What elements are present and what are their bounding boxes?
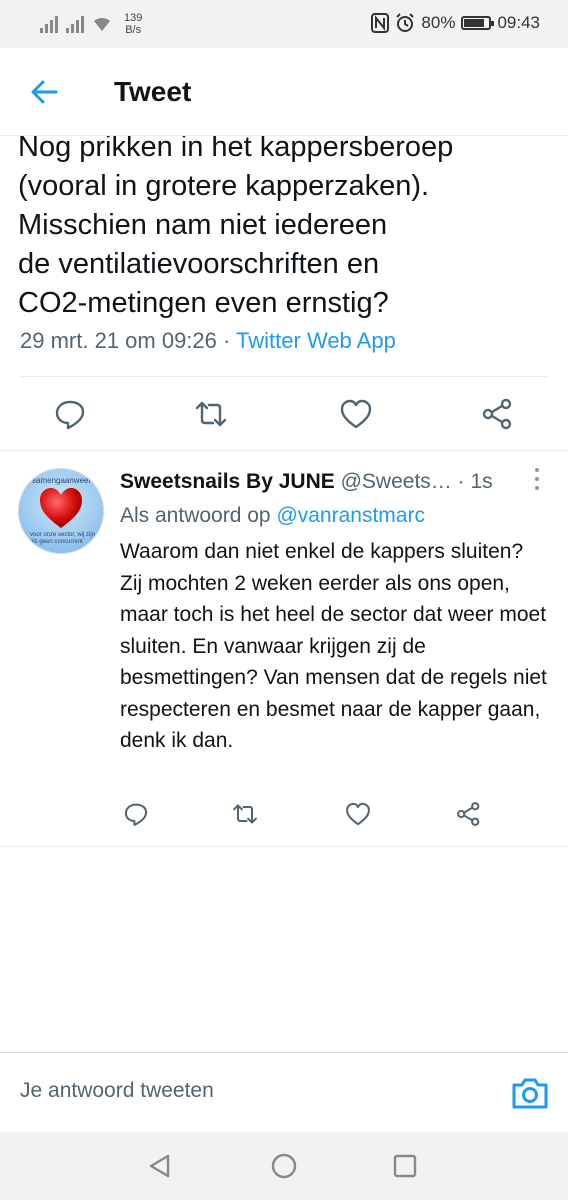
reply-icon[interactable] [52,396,88,432]
tweet-line: Misschien nam niet iedereen [18,209,388,241]
user-handle: @Sweets… [340,470,452,493]
tweet-text: Nog prikken in het kappersberoep (vooral… [18,136,558,323]
nfc-icon [371,13,390,33]
reply-text: Waarom dan niet enkel de kappers sluiten… [120,540,547,752]
battery-icon [461,16,495,30]
like-icon[interactable] [338,396,374,432]
tweet-line: CO2-metingen even ernstig? [18,287,389,319]
reply-actions [0,796,568,836]
system-nav-bar [0,1132,568,1200]
status-right: 80% 09:43 [371,13,540,33]
network-speed: 139 B/s [124,12,142,36]
share-icon[interactable] [455,800,483,828]
retweet-icon[interactable] [193,396,229,432]
network-speed-value: 139 [124,12,143,24]
time-separator: · [451,470,471,493]
page-title: Tweet [114,76,192,107]
tweet-timestamp[interactable]: 29 mrt. 21 om 09:26 [20,328,217,353]
avatar[interactable]: samengaanweeropen voor onze sector, wij … [18,468,104,554]
tweet-line: de ventilatievoorschriften en [18,248,380,280]
divider [0,450,568,451]
wifi-icon [94,17,110,31]
tweet-line: (vooral in grotere kapperzaken). [18,170,430,202]
mention-link[interactable]: @vanranstmarc [276,504,425,527]
alarm-icon [396,13,415,32]
replying-to: Als antwoord op @vanranstmarc [120,504,425,528]
battery-percentage: 80% [421,13,456,32]
signal-strength-icon [40,15,58,33]
status-left: 139 B/s [40,12,142,36]
recents-square-icon[interactable] [391,1152,419,1180]
share-icon[interactable] [480,396,516,432]
retweet-icon[interactable] [231,800,259,828]
divider [0,846,568,847]
app-bar: Tweet [0,48,568,136]
reply-time: 1s [470,470,493,493]
reply-input[interactable] [20,1079,480,1103]
tweet-meta: 29 mrt. 21 om 09:26 · Twitter Web App [20,328,396,354]
tweet-actions [0,388,568,442]
avatar-ring [18,468,104,554]
like-icon[interactable] [344,800,372,828]
camera-icon[interactable] [510,1075,550,1111]
signal-strength-icon-2 [66,15,84,33]
more-options-icon[interactable] [532,468,542,494]
meta-separator: · [216,328,237,353]
compose-bar [0,1052,568,1132]
clock: 09:43 [497,13,540,32]
tweet-source-app[interactable]: Twitter Web App [236,328,396,353]
reply-author[interactable]: Sweetsnails By JUNE @Sweets… · 1s [120,470,493,494]
divider [20,376,548,377]
replying-prefix: Als antwoord op [120,504,277,527]
arrow-left-icon[interactable] [26,72,66,112]
network-speed-unit: B/s [125,24,142,36]
home-circle-icon[interactable] [270,1152,298,1180]
back-triangle-icon[interactable] [146,1152,174,1180]
status-bar: 139 B/s 80% 09:43 [0,0,568,48]
reply-icon[interactable] [122,800,150,828]
display-name: Sweetsnails By JUNE [120,470,335,493]
